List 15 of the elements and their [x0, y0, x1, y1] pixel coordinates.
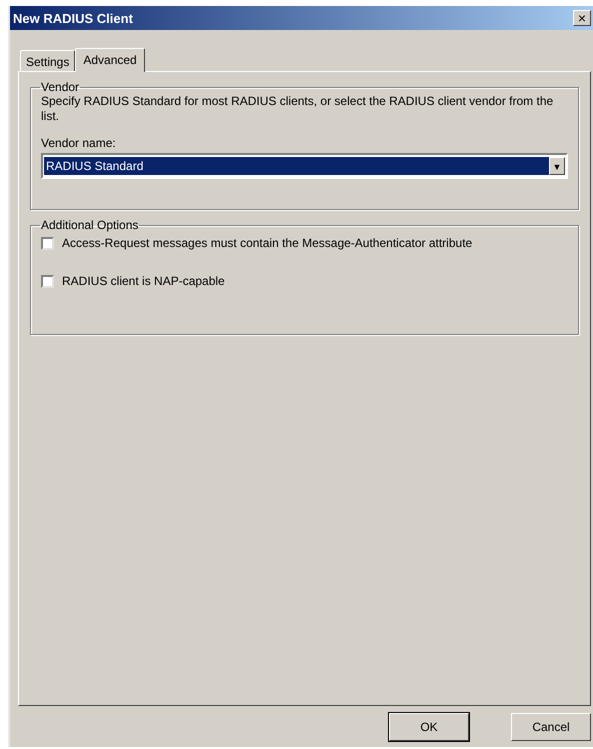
dialog-button[interactable]: Cancel [511, 713, 591, 741]
field-label: Vendor name: [41, 136, 117, 150]
tab[interactable]: Advanced [75, 48, 145, 72]
tab[interactable]: Settings [20, 50, 76, 71]
dialog-button[interactable]: OK [389, 713, 469, 741]
checkbox[interactable] [41, 274, 54, 288]
group-title: Vendor [40, 80, 80, 94]
checkbox-label[interactable]: RADIUS client is NAP-capable [62, 274, 225, 288]
vendor-dropdown[interactable]: RADIUS Standard ▼ [41, 153, 568, 179]
group-title: Additional Options [40, 218, 140, 232]
checkbox-label[interactable]: Access-Request messages must contain the Message-Authenticator attribute [62, 236, 472, 250]
window-title: New RADIUS Client [13, 10, 133, 26]
close-button[interactable]: × [573, 10, 591, 26]
checkbox[interactable] [41, 236, 54, 250]
description-text: Specify RADIUS Standard for most RADIUS clients, or select the RADIUS client vendor from the list. [41, 94, 554, 124]
